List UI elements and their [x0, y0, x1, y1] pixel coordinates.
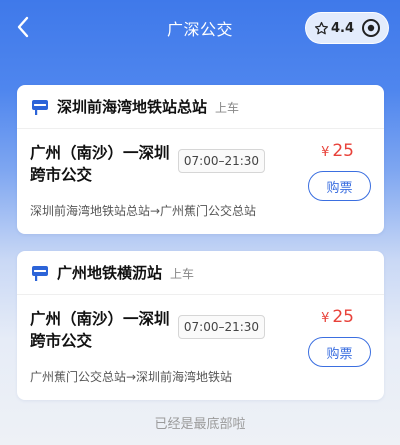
rating-button[interactable]: 4.4 — [306, 13, 356, 43]
bus-stop-icon — [31, 264, 49, 282]
stop-card: 深圳前海湾地铁站总站 上车 广州（南沙）一深圳跨市公交 07:00–21:30 … — [17, 85, 384, 234]
stop-name: 广州地铁横沥站 — [57, 264, 163, 282]
buy-ticket-button[interactable]: 购票 — [308, 337, 371, 367]
stop-card: 广州地铁横沥站 上车 广州（南沙）一深圳跨市公交 07:00–21:30 ¥25… — [17, 251, 384, 400]
price-value: 25 — [332, 307, 354, 327]
star-outline-icon — [314, 21, 329, 34]
currency-symbol: ¥ — [321, 311, 330, 326]
stop-name: 深圳前海湾地铁站总站 — [57, 98, 208, 116]
route-item[interactable]: 广州（南沙）一深圳跨市公交 07:00–21:30 ¥25 购票 深圳前海湾地铁… — [17, 129, 384, 229]
board-tag: 上车 — [215, 101, 240, 115]
route-path: 深圳前海湾地铁站总站→广州蕉门公交总站 — [30, 204, 257, 218]
route-name: 广州（南沙）一深圳跨市公交 — [30, 310, 170, 350]
ticket-price: ¥25 — [321, 141, 354, 161]
route-path: 广州蕉门公交总站→深圳前海湾地铁站 — [30, 370, 233, 384]
price-value: 25 — [332, 141, 354, 161]
route-name: 广州（南沙）一深圳跨市公交 — [30, 144, 170, 184]
rating-value: 4.4 — [331, 20, 355, 36]
close-mini-program-button[interactable] — [356, 13, 386, 43]
ticket-price: ¥25 — [321, 307, 354, 327]
stop-header: 深圳前海湾地铁站总站 上车 — [17, 85, 384, 129]
target-icon — [362, 19, 380, 37]
stop-header: 广州地铁横沥站 上车 — [17, 251, 384, 295]
board-tag: 上车 — [170, 267, 195, 281]
service-hours: 07:00–21:30 — [178, 149, 265, 173]
top-bar: 广深公交 4.4 — [0, 0, 400, 58]
buy-ticket-button[interactable]: 购票 — [308, 171, 371, 201]
bus-stop-icon — [31, 98, 49, 116]
route-item[interactable]: 广州（南沙）一深圳跨市公交 07:00–21:30 ¥25 购票 广州蕉门公交总… — [17, 295, 384, 395]
end-of-list-note: 已经是最底部啦 — [154, 417, 246, 432]
mini-program-capsule: 4.4 — [305, 12, 389, 44]
service-hours: 07:00–21:30 — [178, 315, 265, 339]
currency-symbol: ¥ — [321, 145, 330, 160]
